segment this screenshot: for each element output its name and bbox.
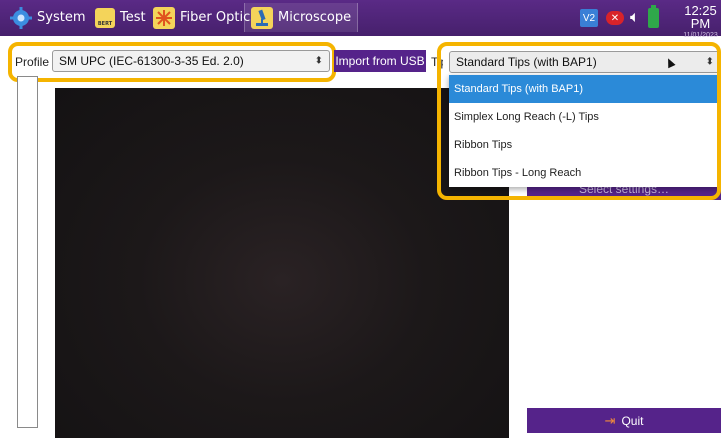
quit-button[interactable]: ⇥ Quit bbox=[527, 408, 721, 433]
gear-icon bbox=[10, 6, 32, 29]
tip-dropdown-list: Standard Tips (with BAP1) Simplex Long R… bbox=[449, 75, 721, 187]
fiber-optics-icon bbox=[153, 6, 175, 29]
clock-date: 11/01/2023 bbox=[683, 32, 718, 39]
tab-system[interactable]: System bbox=[4, 3, 91, 32]
tab-system-label: System bbox=[37, 10, 86, 25]
tip-select[interactable]: Standard Tips (with BAP1) ⬍ bbox=[449, 51, 721, 73]
quit-label: Quit bbox=[621, 413, 644, 428]
tip-label: Tip bbox=[431, 55, 443, 69]
fiber-end-face-image bbox=[55, 88, 509, 438]
clock: 12:25 PM 11/01/2023 bbox=[680, 4, 721, 39]
tab-test[interactable]: BERT Test bbox=[89, 3, 152, 32]
clock-time: 12:25 PM bbox=[684, 3, 717, 31]
profile-label: Profile bbox=[15, 55, 50, 69]
speaker-icon[interactable]: 🔈︎ bbox=[630, 9, 640, 27]
exit-icon: ⇥ bbox=[604, 412, 616, 428]
side-panel[interactable] bbox=[17, 76, 38, 428]
microscope-icon bbox=[251, 6, 273, 29]
close-icon[interactable]: ✕ bbox=[606, 11, 624, 25]
profile-select[interactable]: SM UPC (IEC-61300-3-35 Ed. 2.0) ⬍ bbox=[52, 50, 330, 72]
select-arrows-icon: ⬍ bbox=[705, 56, 714, 68]
import-from-usb-button[interactable]: Import from USB bbox=[334, 50, 426, 72]
select-arrows-icon: ⬍ bbox=[314, 55, 323, 67]
battery-icon[interactable] bbox=[647, 5, 659, 28]
bert-icon: BERT bbox=[95, 7, 115, 28]
dropdown-option[interactable]: Ribbon Tips - Long Reach bbox=[449, 159, 721, 187]
bert-icon-text: BERT bbox=[97, 20, 113, 27]
tab-test-label: Test bbox=[120, 10, 146, 25]
tip-select-value: Standard Tips (with BAP1) bbox=[456, 55, 597, 69]
v2-icon[interactable]: V2 bbox=[580, 9, 598, 27]
tab-microscope-label: Microscope bbox=[278, 10, 352, 25]
dropdown-option[interactable]: Ribbon Tips bbox=[449, 131, 721, 159]
top-menu-bar: System BERT Test Fiber Optics Microscope… bbox=[0, 0, 721, 39]
dropdown-option[interactable]: Standard Tips (with BAP1) bbox=[449, 75, 721, 103]
profile-select-value: SM UPC (IEC-61300-3-35 Ed. 2.0) bbox=[59, 54, 244, 68]
dropdown-option[interactable]: Simplex Long Reach (-L) Tips bbox=[449, 103, 721, 131]
tab-microscope[interactable]: Microscope bbox=[244, 3, 359, 32]
status-tray: V2 ✕ 🔈︎ bbox=[580, 5, 659, 30]
